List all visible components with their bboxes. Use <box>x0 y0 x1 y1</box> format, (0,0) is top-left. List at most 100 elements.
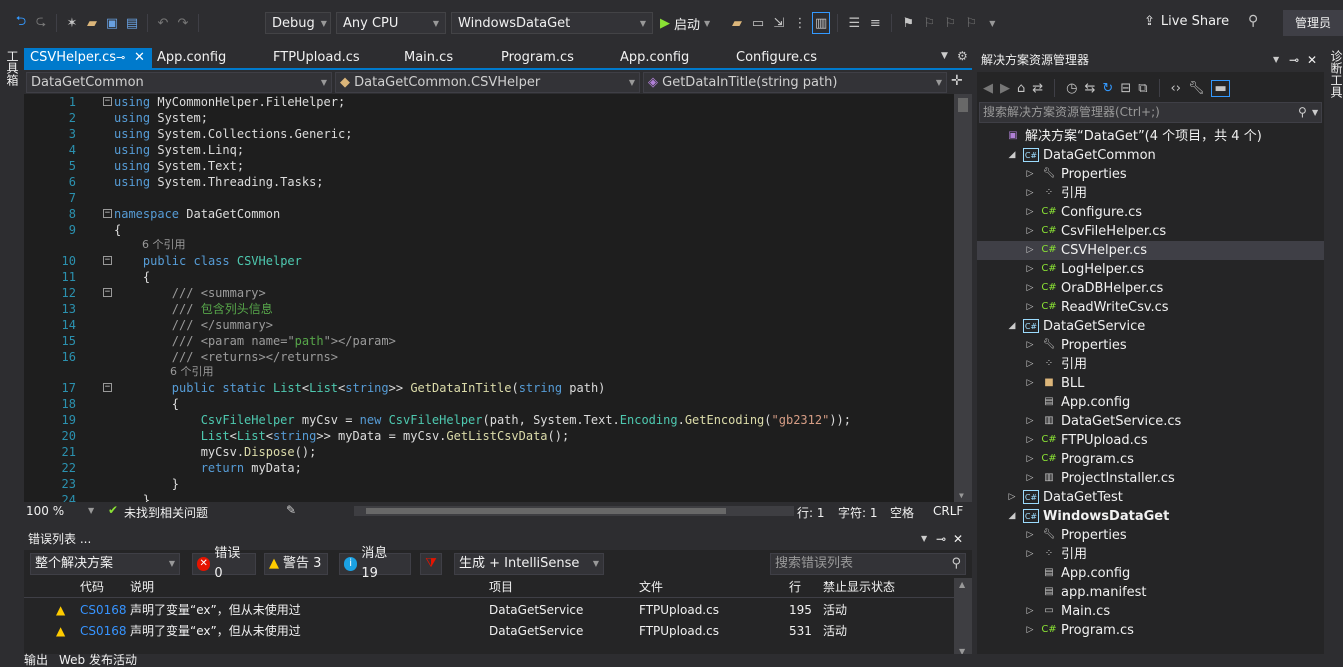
code-line[interactable]: namespace DataGetCommon <box>114 206 280 222</box>
pin-icon[interactable]: ⊸ <box>1289 48 1299 72</box>
tree-item[interactable]: ▷ C# Program.cs <box>977 450 1324 469</box>
toolbox-tab[interactable]: 工具箱 <box>4 50 21 86</box>
toolbar-overflow-icon[interactable]: ▼ <box>983 12 1001 34</box>
collapsed-arrow-icon[interactable]: ▷ <box>1025 431 1035 450</box>
tab-ftpupload[interactable]: FTPUpload.cs <box>273 48 360 68</box>
show-all-files-icon[interactable]: ⧉ <box>1138 81 1147 96</box>
tree-item[interactable]: ◢ C# DataGetService <box>977 317 1324 336</box>
undo-icon[interactable]: ↶ <box>154 12 172 34</box>
warnings-filter-button[interactable]: ▲ 警告 3 <box>264 553 328 575</box>
tree-item[interactable]: ▷ ▭ Main.cs <box>977 602 1324 621</box>
code-line[interactable]: } <box>114 476 179 492</box>
member-dropdown[interactable]: ◈ GetDataInTitle(string path) ▼ <box>643 72 947 93</box>
live-share-button[interactable]: ⇪ Live Share <box>1144 14 1229 29</box>
tab-configure[interactable]: Configure.cs <box>736 48 817 68</box>
forward-icon[interactable]: ▶ <box>1000 81 1010 96</box>
properties-wrench-icon[interactable]: 🔧︎ <box>1188 81 1205 96</box>
screen-icon[interactable]: ▭ <box>749 12 767 34</box>
code-line[interactable]: /// <returns></returns> <box>114 349 338 365</box>
config-dropdown[interactable]: Debug ▼ <box>265 12 331 34</box>
feedback-icon[interactable]: ⚲ <box>1248 13 1258 29</box>
save-all-icon[interactable]: ▤ <box>123 12 141 34</box>
output-tab[interactable]: 输出 <box>24 654 48 666</box>
tree-item[interactable]: ▷ 🔧︎ Properties <box>977 336 1324 355</box>
gear-icon[interactable]: ⚙ <box>957 49 968 63</box>
table-row[interactable]: ▲ CS0168 声明了变量“ex”，但从未使用过 DataGetService FTP… <box>24 600 954 621</box>
code-line[interactable]: CsvFileHelper myCsv = new CsvFileHelper(… <box>114 412 851 428</box>
breakpoint-list-icon[interactable]: ⋮ <box>791 12 809 34</box>
web-publish-tab[interactable]: Web 发布活动 <box>59 654 137 666</box>
expanded-arrow-icon[interactable]: ◢ <box>1007 507 1017 526</box>
prev-bookmark-icon[interactable]: ⚐ <box>920 12 938 34</box>
tab-list-icon[interactable]: ▼ <box>941 51 948 61</box>
code-line[interactable]: /// </summary> <box>114 317 273 333</box>
save-icon[interactable]: ▣ <box>103 12 121 34</box>
collapse-icon[interactable]: − <box>103 97 112 106</box>
collapsed-arrow-icon[interactable]: ▷ <box>1025 602 1035 621</box>
tree-item[interactable]: ▷ C# OraDBHelper.cs <box>977 279 1324 298</box>
issues-status[interactable]: 未找到相关问题 <box>124 504 208 521</box>
collapsed-arrow-icon[interactable]: ▷ <box>1007 488 1017 507</box>
collapse-all-icon[interactable]: ⊟ <box>1120 81 1131 96</box>
next-bookmark-icon[interactable]: ⚐ <box>941 12 959 34</box>
collapsed-arrow-icon[interactable]: ▷ <box>1025 412 1035 431</box>
scroll-down-icon[interactable]: ▼ <box>959 491 964 500</box>
table-row[interactable]: ▲ CS0168 声明了变量“ex”，但从未使用过 DataGetService FTP… <box>24 621 954 642</box>
column-header-project[interactable]: 项目 <box>489 577 513 597</box>
pending-changes-icon[interactable]: ◷ <box>1066 81 1077 96</box>
collapse-icon[interactable]: − <box>103 256 112 265</box>
close-icon[interactable]: ✕ <box>1307 48 1317 72</box>
collapsed-arrow-icon[interactable]: ▷ <box>1025 355 1035 374</box>
home-icon[interactable]: ⌂ <box>1017 81 1025 96</box>
account-badge[interactable]: 管理员 <box>1283 10 1343 36</box>
code-line[interactable]: using System; <box>114 110 208 126</box>
column-header-file[interactable]: 文件 <box>639 577 663 597</box>
indent-mode[interactable]: 空格 <box>890 504 914 521</box>
scrollbar-thumb[interactable] <box>958 98 968 112</box>
close-icon[interactable]: ✕ <box>953 528 963 550</box>
browse-folder-icon[interactable]: ▰ <box>728 12 746 34</box>
expanded-arrow-icon[interactable]: ◢ <box>1007 146 1017 165</box>
tab-app-config[interactable]: App.config <box>157 48 226 68</box>
project-dropdown[interactable]: DataGetCommon ▼ <box>26 72 332 93</box>
preview-icon[interactable]: ▬ <box>1211 79 1230 97</box>
collapsed-arrow-icon[interactable]: ▷ <box>1025 184 1035 203</box>
tree-item[interactable]: ▷ ■ BLL <box>977 374 1324 393</box>
tree-item[interactable]: ▤ App.config <box>977 564 1324 583</box>
pin-icon[interactable]: ⊸ <box>936 528 946 550</box>
errors-filter-button[interactable]: ✕ 错误 0 <box>192 546 256 581</box>
collapsed-arrow-icon[interactable]: ▷ <box>1025 260 1035 279</box>
open-folder-icon[interactable]: ▰ <box>83 12 101 34</box>
code-line[interactable]: { <box>114 222 121 238</box>
collapsed-arrow-icon[interactable]: ▷ <box>1025 469 1035 488</box>
tree-item[interactable]: ▷ ▥ ProjectInstaller.cs <box>977 469 1324 488</box>
column-header-description[interactable]: 说明 <box>130 577 154 597</box>
collapsed-arrow-icon[interactable]: ▷ <box>1025 336 1035 355</box>
collapse-icon[interactable]: − <box>103 383 112 392</box>
code-line[interactable]: using System.Threading.Tasks; <box>114 174 324 190</box>
error-list-scrollbar[interactable]: ▲ ▼ <box>954 578 972 658</box>
tab-csvhelper[interactable]: CSVHelper.cs ⊸ ✕ <box>24 48 152 68</box>
collapsed-arrow-icon[interactable]: ▷ <box>1025 203 1035 222</box>
code-line[interactable]: /// 包含列头信息 <box>114 301 273 317</box>
view-toggle-icon[interactable]: ▥ <box>812 12 831 34</box>
code-line[interactable]: using System.Text; <box>114 158 244 174</box>
error-code[interactable]: CS0168 <box>80 621 127 641</box>
reference-count-hint[interactable]: 6 个引用 <box>114 365 214 379</box>
collapsed-arrow-icon[interactable]: ▷ <box>1025 545 1035 564</box>
align-icon[interactable]: ☰ <box>845 12 863 34</box>
column-header-code[interactable]: 代码 <box>80 577 104 597</box>
redo-icon[interactable]: ↷ <box>174 12 192 34</box>
back-icon[interactable]: ◀ <box>983 81 993 96</box>
tree-item[interactable]: ▷ C# Program.cs <box>977 621 1324 640</box>
vertical-scrollbar[interactable]: ▼ <box>954 94 972 502</box>
collapsed-arrow-icon[interactable]: ▷ <box>1025 222 1035 241</box>
code-line[interactable]: return myData; <box>114 460 302 476</box>
diagnostics-tab[interactable]: 诊断工具 <box>1328 50 1343 98</box>
tab-app-config-2[interactable]: App.config <box>620 48 689 68</box>
indent-icon[interactable]: ≡ <box>866 12 884 34</box>
new-project-icon[interactable]: ✶ <box>63 12 81 34</box>
split-editor-icon[interactable]: ✛ <box>951 73 963 89</box>
startup-project-dropdown[interactable]: WindowsDataGet ▼ <box>451 12 653 34</box>
platform-dropdown[interactable]: Any CPU ▼ <box>336 12 446 34</box>
